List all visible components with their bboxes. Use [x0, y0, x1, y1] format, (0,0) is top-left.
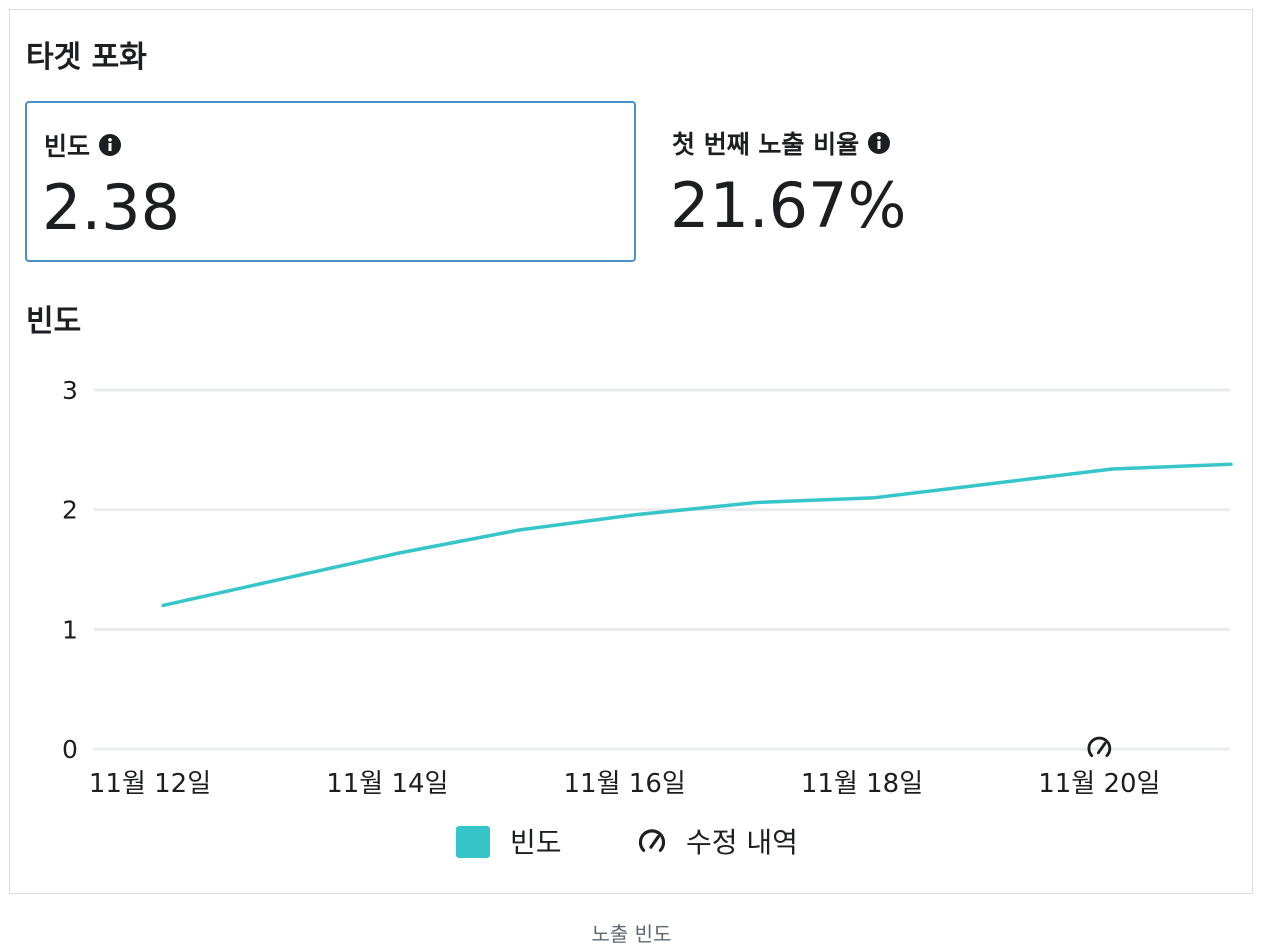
legend-label: 빈도 [510, 826, 562, 859]
legend-swatch-icon [456, 826, 490, 858]
y-tick-label: 2 [62, 496, 78, 525]
x-tick-label: 11월 14일 [326, 769, 448, 799]
y-tick-label: 3 [62, 376, 78, 405]
target-saturation-card: 타겟 포화 빈도 2.38 첫 번째 노출 비율 21.67% 빈도 01231… [9, 9, 1253, 894]
y-tick-label: 1 [62, 615, 78, 644]
y-tick-label: 0 [62, 735, 78, 764]
frequency-line-chart: 0 1 2 3 11월 12일 11월 14일 11월 16일 11월 18일 11월 20일빈… [62, 376, 1233, 859]
x-tick-label: 11월 18일 [801, 769, 923, 799]
gauge-edit-icon [1087, 736, 1112, 758]
x-tick-label: 11월 12일 [89, 769, 211, 799]
x-tick-label: 11월 20일 [1038, 769, 1160, 799]
footer-caption: 노출 빈도 [591, 922, 672, 946]
legend-label: 수정 내역 [686, 826, 798, 859]
gauge-edit-icon [638, 829, 666, 852]
x-tick-label: 11월 16일 [564, 769, 686, 799]
series-line [161, 462, 1233, 608]
